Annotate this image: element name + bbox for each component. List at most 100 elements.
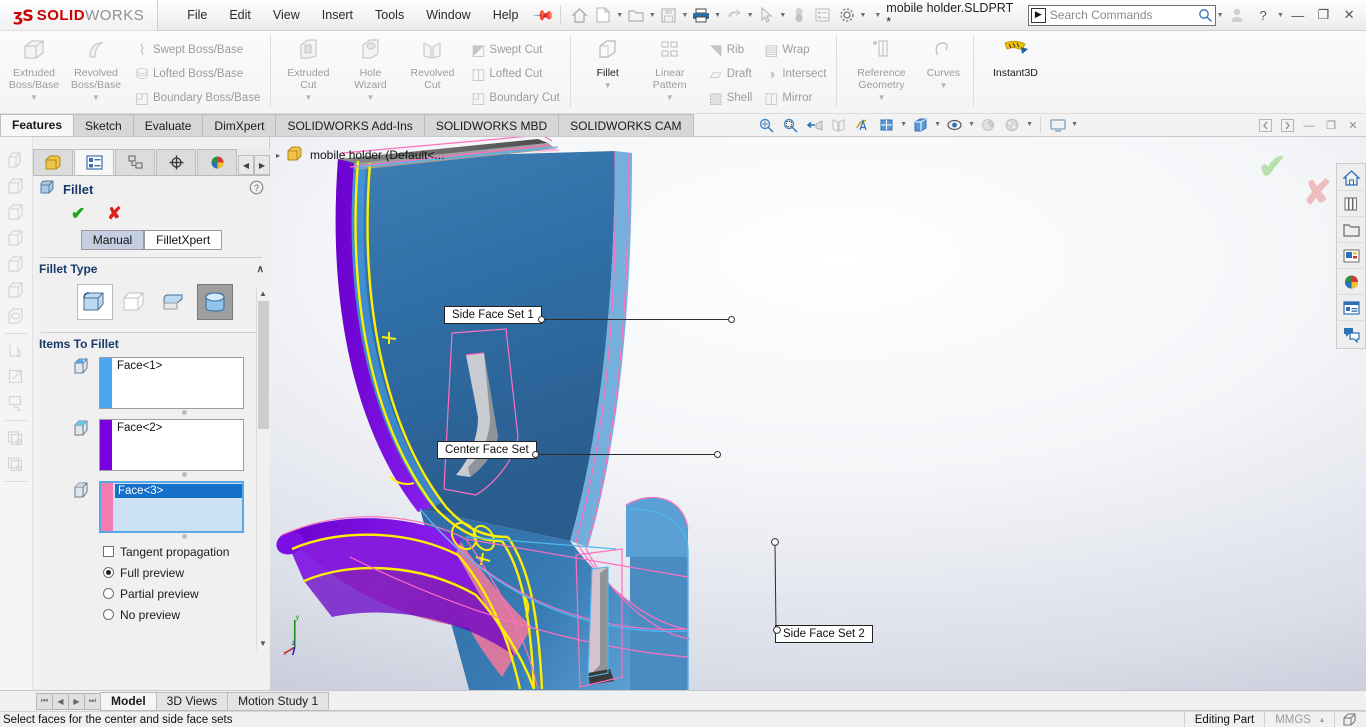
appearances-scenes-icon[interactable] xyxy=(1338,269,1364,295)
display-style-icon[interactable] xyxy=(909,114,933,136)
rail-icon-6[interactable] xyxy=(5,277,27,303)
previous-view-icon[interactable] xyxy=(803,114,827,136)
wrap-button[interactable]: ▤ Wrap xyxy=(756,38,830,62)
hole-wizard-button[interactable]: Hole Wizard xyxy=(339,33,401,91)
tab-model[interactable]: Model xyxy=(100,691,157,711)
rail-icon-11[interactable] xyxy=(5,425,27,451)
linear-pattern-dropdown-icon[interactable]: ▼ xyxy=(639,93,701,102)
pin-icon[interactable]: 📌 xyxy=(532,3,557,27)
search-commands-box[interactable]: ▶ Search Commands xyxy=(1027,4,1216,26)
rail-icon-2[interactable] xyxy=(5,173,27,199)
print-icon[interactable] xyxy=(689,3,713,27)
callout-side-face-set-1[interactable]: Side Face Set 1 xyxy=(444,306,542,324)
full-preview-radio[interactable] xyxy=(103,567,114,578)
revolved-boss-base-button[interactable]: Revolved Boss/Base xyxy=(65,33,127,91)
menu-edit[interactable]: Edit xyxy=(218,4,262,26)
view-orientation-cube-icon[interactable] xyxy=(875,114,899,136)
property-manager-tab[interactable] xyxy=(74,149,114,175)
rail-icon-5[interactable] xyxy=(5,251,27,277)
save-caret-icon[interactable]: ▼ xyxy=(681,3,690,27)
side-face-set-2-selection-box[interactable]: Face<3> xyxy=(99,481,244,533)
reference-geometry-dropdown-icon[interactable]: ▼ xyxy=(843,93,919,102)
close-button[interactable]: ✕ xyxy=(1336,2,1362,28)
last-tab-button[interactable]: ⏭ xyxy=(84,692,101,710)
file-explorer-icon[interactable] xyxy=(1338,217,1364,243)
open-folder-caret-icon[interactable]: ▼ xyxy=(648,3,657,27)
rib-button[interactable]: ◥ Rib xyxy=(701,38,757,62)
list-item[interactable]: Face<3> xyxy=(115,484,242,498)
callout-center-face-set[interactable]: Center Face Set xyxy=(437,441,537,459)
manual-mode-button[interactable]: Manual xyxy=(80,230,145,250)
inner-close-button[interactable]: ✕ xyxy=(1342,115,1364,137)
tab-3d-views[interactable]: 3D Views xyxy=(155,691,229,711)
menu-window[interactable]: Window xyxy=(415,4,481,26)
help-caret-icon[interactable]: ▼ xyxy=(1276,3,1285,27)
menu-help[interactable]: Help xyxy=(482,4,530,26)
draft-button[interactable]: ▱ Draft xyxy=(701,62,757,86)
rail-icon-12[interactable] xyxy=(5,451,27,477)
custom-properties-icon[interactable] xyxy=(1338,295,1364,321)
intersect-button[interactable]: ◑ Intersect xyxy=(756,62,830,86)
hole-wizard-dropdown-icon[interactable]: ▼ xyxy=(339,93,401,102)
hide-show-caret-icon[interactable]: ▼ xyxy=(967,114,977,136)
view-settings-caret-icon[interactable]: ▼ xyxy=(1070,114,1080,136)
file-properties-icon[interactable] xyxy=(811,3,835,27)
tab-solidworks-cam[interactable]: SOLIDWORKS CAM xyxy=(558,114,694,136)
feature-tree-expand-icon[interactable]: ▸ xyxy=(276,151,280,160)
cancel-fillet-button[interactable]: ✘ xyxy=(107,204,121,224)
list-item[interactable]: Face<1> xyxy=(114,359,243,373)
scroll-tabs-left-button[interactable] xyxy=(1254,115,1276,137)
tab-motion-study-1[interactable]: Motion Study 1 xyxy=(227,691,330,711)
first-tab-button[interactable]: ⏮ xyxy=(36,692,53,710)
apply-scene-icon[interactable] xyxy=(1001,114,1025,136)
center-face-set-selection-box[interactable]: Face<2> xyxy=(99,419,244,471)
rail-icon-9[interactable] xyxy=(5,364,27,390)
menu-view[interactable]: View xyxy=(262,4,311,26)
property-manager-scrollbar[interactable]: ▲ ▼ xyxy=(256,287,269,650)
feature-manager-tab[interactable] xyxy=(33,149,73,175)
next-tab-button[interactable]: ▶ xyxy=(68,692,85,710)
tab-sketch[interactable]: Sketch xyxy=(73,114,134,136)
zoom-to-fit-icon[interactable] xyxy=(755,114,779,136)
tab-features[interactable]: Features xyxy=(0,114,75,136)
display-style-status-icon[interactable] xyxy=(1334,711,1366,727)
design-library-icon[interactable] xyxy=(1338,191,1364,217)
lofted-boss-base-button[interactable]: ⛁ Lofted Boss/Base xyxy=(127,62,264,86)
selection-resize-handle-3[interactable] xyxy=(99,534,270,539)
fillet-type-collapse-icon[interactable]: ∧ xyxy=(257,264,264,275)
selection-resize-handle-1[interactable] xyxy=(99,410,270,415)
partial-preview-radio[interactable] xyxy=(103,588,114,599)
save-icon[interactable] xyxy=(657,3,681,27)
shell-button[interactable]: ▧ Shell xyxy=(701,86,757,110)
tangent-propagation-checkbox[interactable] xyxy=(103,546,114,557)
restore-button[interactable]: ❐ xyxy=(1311,2,1337,28)
undo-caret-icon[interactable]: ▼ xyxy=(746,3,755,27)
rail-icon-10[interactable] xyxy=(5,390,27,416)
scrollbar-thumb[interactable] xyxy=(257,301,269,429)
new-document-icon[interactable] xyxy=(592,3,616,27)
units-selector[interactable]: MMGS ▴ xyxy=(1264,711,1334,727)
tab-dimxpert[interactable]: DimXpert xyxy=(202,114,277,136)
accept-fillet-button[interactable]: ✔ xyxy=(71,204,85,224)
display-manager-tab[interactable] xyxy=(197,149,237,175)
rail-icon-1[interactable] xyxy=(5,147,27,173)
units-caret-icon[interactable]: ▴ xyxy=(1320,715,1324,724)
linear-pattern-button[interactable]: Linear Pattern xyxy=(639,33,701,91)
no-preview-row[interactable]: No preview xyxy=(33,604,270,625)
selection-resize-handle-2[interactable] xyxy=(99,472,270,477)
confirm-corner-cancel-icon[interactable]: ✘ xyxy=(1303,176,1332,210)
zoom-to-area-icon[interactable] xyxy=(779,114,803,136)
list-item[interactable]: Face<2> xyxy=(114,421,243,435)
display-style-caret-icon[interactable]: ▼ xyxy=(933,114,943,136)
swept-boss-base-button[interactable]: ⌇ Swept Boss/Base xyxy=(127,38,264,62)
scroll-up-arrow-icon[interactable]: ▲ xyxy=(259,287,267,300)
revolved-cut-button[interactable]: Revolved Cut xyxy=(401,33,463,91)
user-account-icon[interactable] xyxy=(1225,2,1251,28)
help-question-icon[interactable]: ? xyxy=(249,180,264,198)
pm-nav-next-button[interactable]: ▶ xyxy=(254,155,270,175)
filletxpert-mode-button[interactable]: FilletXpert xyxy=(144,230,223,250)
undo-icon[interactable] xyxy=(722,3,746,27)
instant3d-button[interactable]: Instant3D xyxy=(980,33,1050,79)
view-orientation-caret-icon[interactable]: ▼ xyxy=(899,114,909,136)
side-face-set-1-selection-box[interactable]: Face<1> xyxy=(99,357,244,409)
